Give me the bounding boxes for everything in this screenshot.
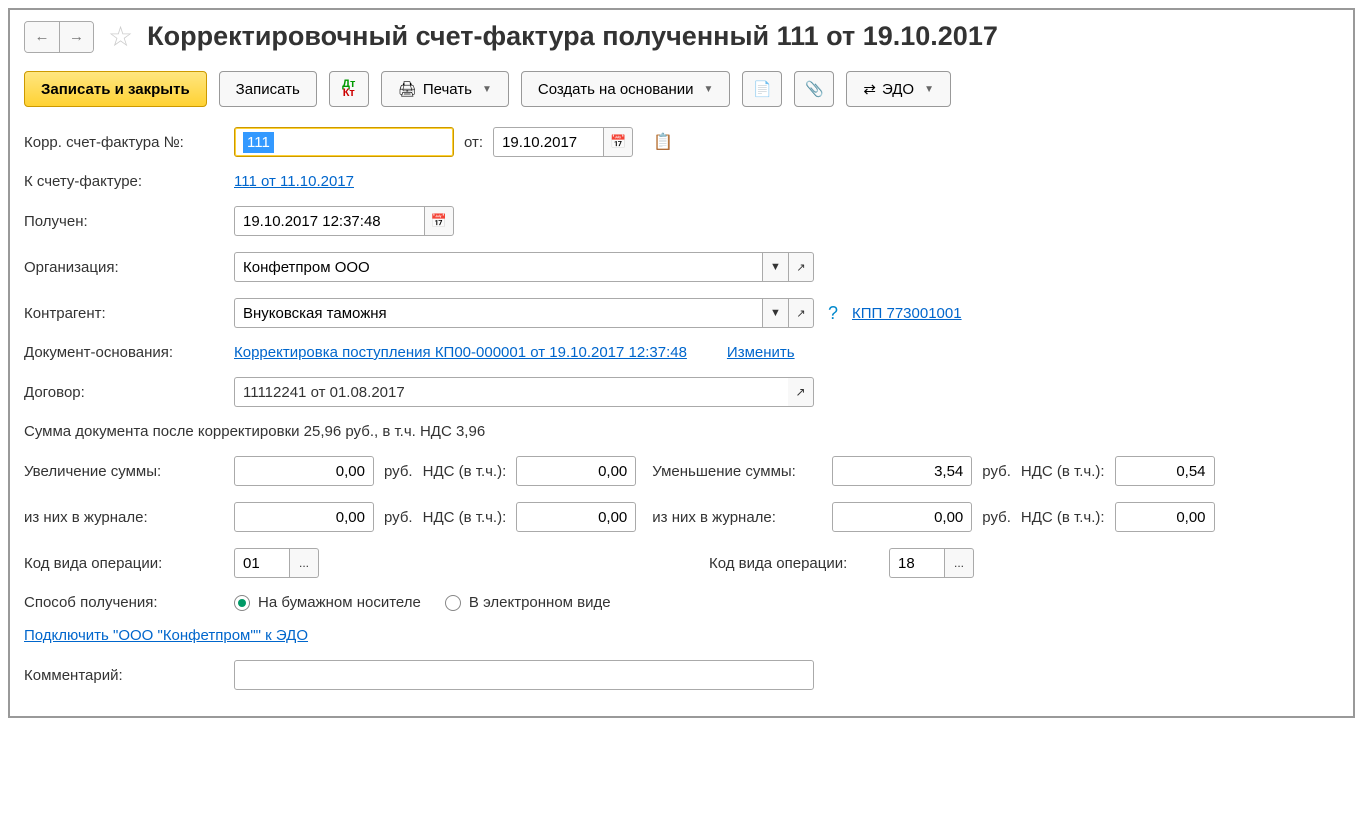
op-code-1-select[interactable]: ... <box>289 548 319 578</box>
back-button[interactable]: ← <box>25 22 59 52</box>
change-link[interactable]: Изменить <box>727 344 795 361</box>
to-invoice-link[interactable]: 111 от 11.10.2017 <box>234 173 354 190</box>
counterparty-input[interactable] <box>234 298 762 328</box>
edo-button[interactable]: ⇄ЭДО▼ <box>846 71 951 107</box>
journal-inc-vat-input[interactable] <box>516 502 636 532</box>
favorite-icon[interactable]: ☆ <box>108 20 133 53</box>
journal-dec-input[interactable] <box>832 502 972 532</box>
from-label: от: <box>464 134 483 151</box>
comment-label: Комментарий: <box>24 667 224 684</box>
paperclip-icon: 📎 <box>805 80 824 98</box>
forward-button[interactable]: → <box>59 22 93 52</box>
vat-label-2: НДС (в т.ч.): <box>1021 463 1105 480</box>
organization-open[interactable]: ↗ <box>788 252 814 282</box>
basis-doc-label: Документ-основания: <box>24 344 224 361</box>
report-button[interactable]: 📄 <box>742 71 782 107</box>
decrease-label: Уменьшение суммы: <box>652 463 822 480</box>
status-icon[interactable]: 📋 <box>653 132 673 152</box>
kpp-link[interactable]: КПП 773001001 <box>852 305 962 322</box>
radio-checked-icon <box>234 595 250 611</box>
organization-label: Организация: <box>24 259 224 276</box>
contract-label: Договор: <box>24 384 224 401</box>
decrease-vat-input[interactable] <box>1115 456 1215 486</box>
journal-dec-label: из них в журнале: <box>652 509 822 526</box>
vat-label-1: НДС (в т.ч.): <box>423 463 507 480</box>
received-label: Получен: <box>24 213 224 230</box>
increase-sum-input[interactable] <box>234 456 374 486</box>
decrease-sum-input[interactable] <box>832 456 972 486</box>
organization-dropdown[interactable]: ▼ <box>762 252 788 282</box>
comment-input[interactable] <box>234 660 814 690</box>
document-icon: 📄 <box>753 80 772 98</box>
op-code-2-select[interactable]: ... <box>944 548 974 578</box>
radio-electronic[interactable]: В электронном виде <box>445 594 611 611</box>
create-based-button[interactable]: Создать на основании▼ <box>521 71 731 107</box>
radio-unchecked-icon <box>445 595 461 611</box>
received-input[interactable] <box>234 206 424 236</box>
nav-buttons: ← → <box>24 21 94 53</box>
counterparty-label: Контрагент: <box>24 305 224 322</box>
op-code-2-label: Код вида операции: <box>709 555 879 572</box>
printer-icon: 🖨 <box>398 80 417 98</box>
op-code-1-input[interactable] <box>234 548 289 578</box>
calendar-icon: 📅 <box>610 134 626 150</box>
journal-inc-label: из них в журнале: <box>24 509 224 526</box>
increase-vat-input[interactable] <box>516 456 636 486</box>
invoice-no-label: Корр. счет-фактура №: <box>24 134 224 151</box>
save-close-button[interactable]: Записать и закрыть <box>24 71 207 107</box>
dtkt-button[interactable]: ДтКт <box>329 71 369 107</box>
edo-icon: ⇄ <box>863 80 876 98</box>
counterparty-dropdown[interactable]: ▼ <box>762 298 788 328</box>
help-icon[interactable]: ? <box>828 303 838 324</box>
organization-input[interactable] <box>234 252 762 282</box>
received-calendar-button[interactable]: 📅 <box>424 206 454 236</box>
radio-paper[interactable]: На бумажном носителе <box>234 594 421 611</box>
date-input[interactable] <box>493 127 603 157</box>
calendar-button[interactable]: 📅 <box>603 127 633 157</box>
calendar-icon: 📅 <box>431 213 447 229</box>
invoice-no-input[interactable]: 111 <box>234 127 454 157</box>
journal-inc-input[interactable] <box>234 502 374 532</box>
receive-method-label: Способ получения: <box>24 594 224 611</box>
summary-text: Сумма документа после корректировки 25,9… <box>24 423 1339 440</box>
save-button[interactable]: Записать <box>219 71 317 107</box>
contract-input[interactable]: 11112241 от 01.08.2017 <box>234 377 788 407</box>
page-title: Корректировочный счет-фактура полученный… <box>147 21 998 52</box>
increase-label: Увеличение суммы: <box>24 463 224 480</box>
counterparty-open[interactable]: ↗ <box>788 298 814 328</box>
op-code-2-input[interactable] <box>889 548 944 578</box>
op-code-1-label: Код вида операции: <box>24 555 224 572</box>
contract-open[interactable]: ↗ <box>788 377 814 407</box>
attach-button[interactable]: 📎 <box>794 71 834 107</box>
to-invoice-label: К счету-фактуре: <box>24 173 224 190</box>
basis-doc-link[interactable]: Корректировка поступления КП00-000001 от… <box>234 344 687 361</box>
journal-dec-vat-input[interactable] <box>1115 502 1215 532</box>
edo-connect-link[interactable]: Подключить "ООО "Конфетпром"" к ЭДО <box>24 627 308 644</box>
print-button[interactable]: 🖨Печать▼ <box>381 71 509 107</box>
